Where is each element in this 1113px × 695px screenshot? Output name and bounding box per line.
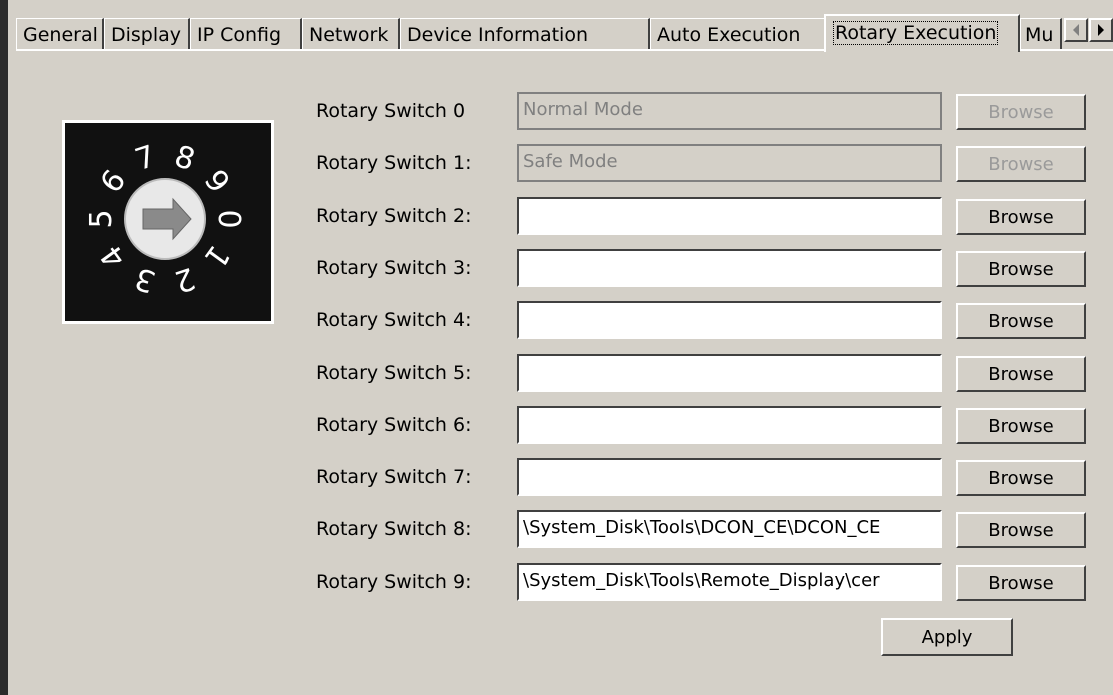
- rotary-switch-7-browse-button[interactable]: Browse: [956, 460, 1086, 497]
- rotary-switch-0-label: Rotary Switch 0: [316, 100, 466, 122]
- tab-device-information[interactable]: Device Information: [400, 18, 650, 50]
- rotary-switch-0-path-input: Normal Mode: [517, 92, 942, 130]
- rotary-switch-8-path-input[interactable]: \System_Disk\Tools\DCON_CE\DCON_CE: [517, 510, 942, 549]
- rotary-switch-7-path-input[interactable]: [517, 458, 942, 497]
- tab-scroll-left-button[interactable]: [1064, 18, 1088, 42]
- dial-digit-4: 4: [94, 238, 134, 274]
- tab-ip-config[interactable]: IP Config: [190, 18, 302, 50]
- rotary-switch-3-label: Rotary Switch 3:: [316, 256, 472, 279]
- rotary-switch-9-browse-button[interactable]: Browse: [956, 564, 1086, 601]
- dial-digit-2: 2: [170, 260, 199, 299]
- rotary-switch-image: 0 1234 5 6789: [62, 120, 274, 324]
- tab-strip: General Display IP Config Network Device…: [16, 14, 1113, 52]
- window-edge: [0, 0, 8, 695]
- rotary-switch-8-label: Rotary Switch 8:: [316, 518, 472, 541]
- rotary-switch-7-label: Rotary Switch 7:: [316, 466, 472, 489]
- rotary-switch-1-path-input: Safe Mode: [517, 144, 942, 183]
- dial-digit-6: 6: [94, 164, 134, 200]
- dial-digit-7: 7: [131, 139, 160, 178]
- tab-more[interactable]: Mu: [1020, 18, 1062, 50]
- tab-display[interactable]: Display: [104, 18, 190, 50]
- rotary-switch-2-browse-button[interactable]: Browse: [956, 198, 1086, 235]
- rotary-switch-6-path-input[interactable]: [517, 405, 942, 444]
- rotary-switch-2-label: Rotary Switch 2:: [316, 204, 472, 227]
- rotary-switch-8-browse-button[interactable]: Browse: [956, 512, 1086, 549]
- dial-digit-9: 9: [197, 164, 237, 200]
- rotary-switch-9-path-input[interactable]: \System_Disk\Tools\Remote_Display\cer: [517, 562, 942, 601]
- rotary-switch-6-browse-button[interactable]: Browse: [956, 407, 1086, 444]
- dial-digit-1: 1: [197, 238, 237, 274]
- rotary-switch-1-label: Rotary Switch 1:: [316, 152, 472, 175]
- rotary-switch-1-browse-button: Browse: [956, 146, 1086, 183]
- tab-general[interactable]: General: [16, 18, 104, 50]
- dial-digit-0: 0: [211, 209, 246, 228]
- rotary-switch-3-browse-button[interactable]: Browse: [956, 250, 1086, 287]
- rotary-switch-6-label: Rotary Switch 6:: [316, 413, 472, 436]
- tab-auto-execution[interactable]: Auto Execution: [650, 18, 826, 50]
- rotary-switch-0-browse-button: Browse: [956, 94, 1086, 130]
- rotary-switch-3-path-input[interactable]: [517, 248, 942, 287]
- rotary-switch-9-label: Rotary Switch 9:: [316, 570, 472, 593]
- rotary-switch-5-label: Rotary Switch 5:: [316, 361, 472, 384]
- tab-rotary-execution[interactable]: Rotary Execution: [824, 14, 1020, 52]
- rotary-switch-5-path-input[interactable]: [517, 353, 942, 392]
- tab-scroll-right-button[interactable]: [1089, 18, 1113, 42]
- arrow-left-icon: [1073, 24, 1079, 36]
- dial-digit-5: 5: [84, 209, 119, 228]
- tab-network[interactable]: Network: [302, 18, 400, 50]
- rotary-switch-4-label: Rotary Switch 4:: [316, 309, 472, 332]
- dial-digit-3: 3: [131, 260, 160, 299]
- apply-button[interactable]: Apply: [881, 618, 1013, 656]
- rotary-switch-2-path-input[interactable]: [517, 196, 942, 235]
- rotary-switch-5-browse-button[interactable]: Browse: [956, 355, 1086, 392]
- rotary-switch-4-browse-button[interactable]: Browse: [956, 303, 1086, 340]
- arrow-right-icon: [1098, 24, 1104, 36]
- dial-digit-8: 8: [170, 139, 199, 178]
- rotary-switch-4-path-input[interactable]: [517, 301, 942, 340]
